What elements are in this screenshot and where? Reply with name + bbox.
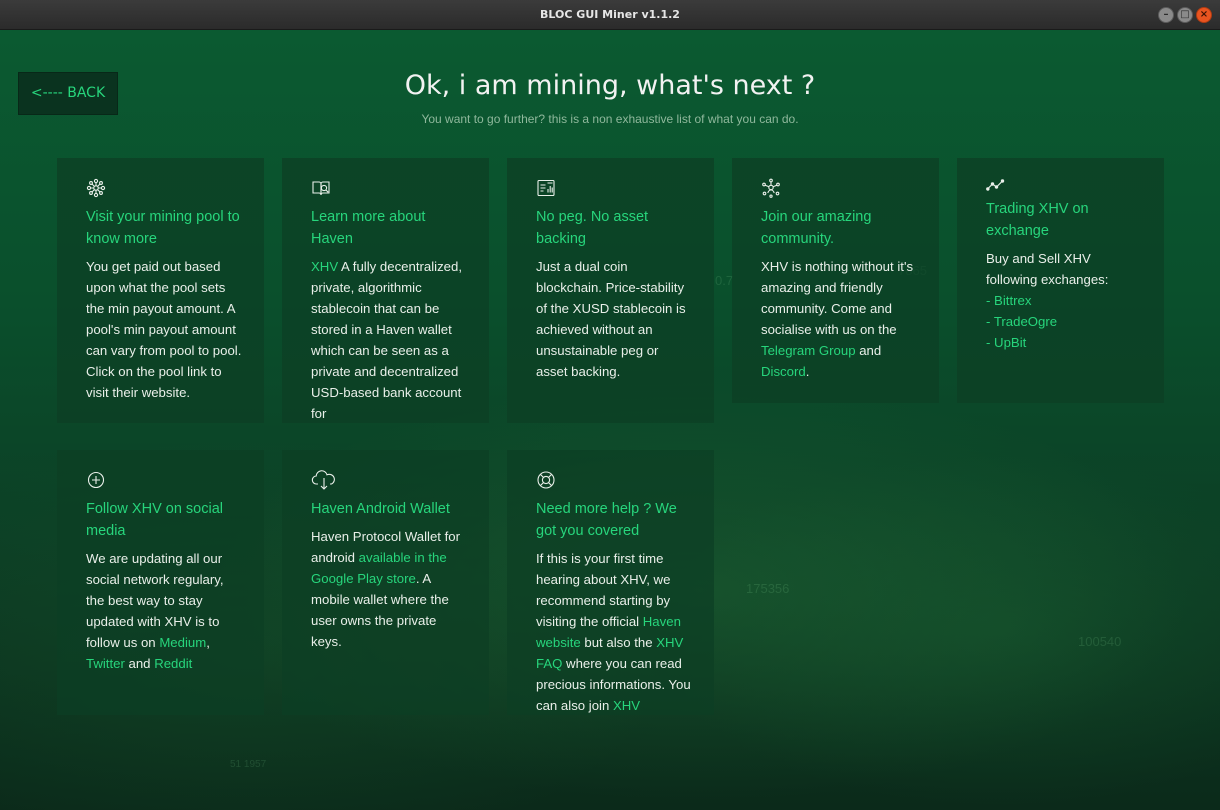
cloud-download-icon: [311, 470, 337, 490]
tradeogre-link[interactable]: - TradeOgre: [986, 314, 1057, 329]
trend-line-icon: [986, 178, 1006, 192]
community-icon: [761, 178, 781, 198]
exchange-list: - Bittrex - TradeOgre - UpBit: [986, 290, 1142, 353]
window-title: BLOC GUI Miner v1.1.2: [540, 8, 680, 21]
card-learn-haven: Learn more about Haven XHV A fully decen…: [282, 158, 489, 423]
card-title: Haven Android Wallet: [311, 501, 450, 517]
card-title: Need more help ? We got you covered: [536, 501, 677, 539]
card-help: Need more help ? We got you covered If t…: [507, 450, 714, 715]
background-number: 51 1957: [230, 759, 267, 770]
background-number: 100540: [1078, 634, 1122, 649]
card-title: Trading XHV on exchange: [986, 201, 1089, 239]
page-title: Ok, i am mining, what's next ?: [404, 70, 816, 101]
card-body: You get paid out based upon what the poo…: [86, 259, 242, 400]
card-android-wallet: Haven Android Wallet Haven Protocol Wall…: [282, 450, 489, 715]
card-body: If this is your first time hearing about…: [536, 551, 691, 713]
background-number: 175356: [746, 581, 790, 596]
card-body: We are updating all our social network r…: [86, 551, 224, 671]
upbit-link[interactable]: - UpBit: [986, 335, 1026, 350]
telegram-link[interactable]: Telegram Group: [761, 343, 856, 358]
plus-circle-icon: [86, 470, 106, 490]
bittrex-link[interactable]: - Bittrex: [986, 293, 1031, 308]
card-body: XHV A fully decentralized, private, algo…: [311, 259, 463, 421]
card-social-media: Follow XHV on social media We are updati…: [57, 450, 264, 715]
medium-link[interactable]: Medium: [159, 635, 206, 650]
app-content: 0.7 7865 175356 100540 51 1957 <---- BAC…: [0, 30, 1220, 810]
network-icon: [86, 178, 106, 198]
card-title: Learn more about Haven: [311, 209, 426, 247]
minimize-button[interactable]: –: [1158, 7, 1174, 23]
card-title: Visit your mining pool to know more: [86, 209, 240, 247]
card-body: XHV is nothing without it's amazing and …: [761, 259, 914, 379]
background-number: 0.7: [715, 273, 734, 288]
card-title: Follow XHV on social media: [86, 501, 223, 539]
card-body: Buy and Sell XHV following exchanges:: [986, 251, 1109, 287]
xhv-link[interactable]: XHV: [613, 698, 640, 713]
card-body: Just a dual coin blockchain. Price-stabi…: [536, 259, 686, 379]
twitter-link[interactable]: Twitter: [86, 656, 125, 671]
close-button[interactable]: ×: [1196, 7, 1212, 23]
card-no-peg: No peg. No asset backing Just a dual coi…: [507, 158, 714, 423]
reddit-link[interactable]: Reddit: [154, 656, 192, 671]
discord-link[interactable]: Discord: [761, 364, 806, 379]
lifebuoy-icon: [536, 470, 556, 490]
book-search-icon: [311, 178, 331, 198]
card-body: Haven Protocol Wallet for android availa…: [311, 529, 461, 649]
card-title: Join our amazing community.: [761, 209, 872, 247]
card-exchange: Trading XHV on exchange Buy and Sell XHV…: [957, 158, 1164, 403]
page-subtitle: You want to go further? this is a non ex…: [421, 112, 799, 126]
card-community: Join our amazing community. XHV is nothi…: [732, 158, 939, 403]
maximize-button[interactable]: □: [1177, 7, 1193, 23]
window-titlebar: BLOC GUI Miner v1.1.2 – □ ×: [0, 0, 1220, 30]
card-mining-pool: Visit your mining pool to know more You …: [57, 158, 264, 423]
xhv-link[interactable]: XHV: [311, 259, 338, 274]
card-title: No peg. No asset backing: [536, 209, 649, 247]
chart-board-icon: [536, 178, 556, 198]
